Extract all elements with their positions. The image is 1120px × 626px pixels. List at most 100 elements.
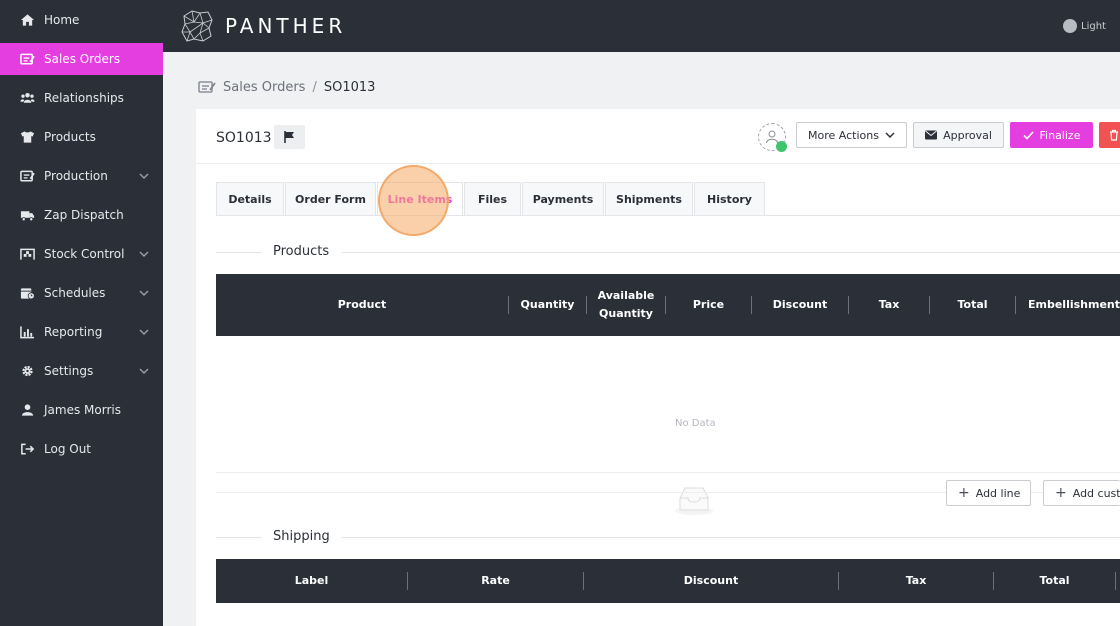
breadcrumb-current: SO1013 xyxy=(323,79,376,95)
column-header: Available Quantity xyxy=(597,289,655,320)
toggle-knob-icon xyxy=(1063,19,1077,33)
column-header: Embellishments xyxy=(1028,298,1120,311)
tab-history[interactable]: History xyxy=(694,182,765,215)
more-actions-button[interactable]: More Actions xyxy=(796,122,907,148)
sidebar-item-settings[interactable]: Settings xyxy=(0,355,163,387)
breadcrumb: Sales Orders / SO1013 xyxy=(198,78,375,96)
trash-icon xyxy=(1110,129,1118,141)
flag-icon xyxy=(284,131,294,143)
add-custom-label: Add custom xyxy=(1072,486,1120,500)
user-icon xyxy=(21,404,34,416)
divider xyxy=(342,537,1120,538)
sidebar-item-home[interactable]: Home xyxy=(0,4,163,36)
sidebar-item-label: Production xyxy=(44,169,108,183)
tab-details[interactable]: Details xyxy=(216,182,284,215)
theme-toggle[interactable]: Light xyxy=(1063,19,1106,33)
header-divider xyxy=(196,163,1120,164)
finalize-label: Finalize xyxy=(1039,128,1081,142)
breadcrumb-parent-link[interactable]: Sales Orders xyxy=(223,80,305,95)
tab-files[interactable]: Files xyxy=(464,182,521,215)
sidebar-item-zap-dispatch[interactable]: Zap Dispatch xyxy=(0,199,163,231)
add-line-button[interactable]: + Add line xyxy=(946,480,1031,506)
approval-button[interactable]: Approval xyxy=(913,122,1004,148)
sidebar-item-reporting[interactable]: Reporting xyxy=(0,316,163,348)
envelope-icon xyxy=(925,130,938,140)
shipping-section-header: Shipping xyxy=(216,529,1120,545)
chevron-down-icon xyxy=(139,290,149,296)
plus-icon: + xyxy=(1055,485,1067,501)
production-icon xyxy=(20,170,35,182)
calendar-icon xyxy=(20,288,35,300)
tab-order-form[interactable]: Order Form xyxy=(285,182,376,215)
sidebar-item-stock-control[interactable]: Stock Control xyxy=(0,238,163,270)
tab-payments[interactable]: Payments xyxy=(522,182,604,215)
page-title: SO1013 xyxy=(216,130,272,146)
sidebar-item-label: James Morris xyxy=(44,403,121,417)
column-header: Total xyxy=(1039,574,1070,587)
sales-orders-icon xyxy=(20,53,35,65)
flag-button[interactable] xyxy=(274,125,305,149)
sidebar-item-production[interactable]: Production xyxy=(0,160,163,192)
column-header: Label xyxy=(294,574,329,587)
users-icon xyxy=(20,92,35,103)
top-bar: PANTHER Light xyxy=(163,0,1120,52)
column-header: Discount xyxy=(683,574,739,587)
gear-icon xyxy=(22,365,33,377)
breadcrumb-separator: / xyxy=(312,79,317,95)
chevron-down-icon xyxy=(139,329,149,335)
column-separator xyxy=(1015,296,1016,314)
sidebar-item-logout[interactable]: Log Out xyxy=(0,433,163,465)
more-actions-label: More Actions xyxy=(808,128,879,142)
sales-orders-icon xyxy=(198,81,216,93)
products-section-header: Products xyxy=(216,244,1120,260)
chart-icon xyxy=(20,326,35,339)
column-header: Quantity xyxy=(520,298,575,311)
empty-inbox-icon xyxy=(675,487,713,515)
theme-label: Light xyxy=(1081,20,1106,32)
chevron-down-icon xyxy=(139,173,149,179)
sidebar-item-label: Log Out xyxy=(44,442,92,456)
sidebar-item-label: Stock Control xyxy=(44,247,125,261)
sidebar-item-label: Settings xyxy=(44,364,94,378)
divider xyxy=(342,252,1120,253)
add-custom-button[interactable]: + Add custom xyxy=(1043,480,1120,506)
sidebar-item-schedules[interactable]: Schedules xyxy=(0,277,163,309)
products-table-bottom-border xyxy=(216,472,1120,473)
add-line-label: Add line xyxy=(975,486,1021,500)
sidebar-item-label: Home xyxy=(44,13,80,27)
sidebar-item-label: Reporting xyxy=(44,325,103,339)
no-data-text: No Data xyxy=(675,418,716,429)
sidebar-item-label: Sales Orders xyxy=(44,52,121,66)
sidebar-item-user[interactable]: James Morris xyxy=(0,394,163,426)
column-header: Product xyxy=(337,298,387,311)
delete-button[interactable] xyxy=(1099,122,1120,148)
shirt-icon xyxy=(20,131,35,143)
check-icon xyxy=(1022,130,1034,140)
column-header: Price xyxy=(692,298,725,311)
column-header: Tax xyxy=(878,298,900,311)
chevron-down-icon xyxy=(885,132,895,139)
column-header: Tax xyxy=(905,574,927,587)
tab-line-items[interactable]: Line Items xyxy=(377,182,463,215)
sidebar-item-products[interactable]: Products xyxy=(0,121,163,153)
sidebar-item-sales-orders[interactable]: Sales Orders xyxy=(0,43,163,75)
logout-icon xyxy=(21,443,35,455)
column-separator xyxy=(1115,572,1116,590)
assign-user-button[interactable] xyxy=(758,123,787,152)
products-table-header: Product Quantity Available Quantity Pric… xyxy=(216,274,1120,336)
tab-shipments[interactable]: Shipments xyxy=(605,182,693,215)
panther-logo-icon xyxy=(181,10,213,42)
products-section-title: Products xyxy=(273,244,330,259)
sidebar-item-label: Zap Dispatch xyxy=(44,208,124,222)
chevron-down-icon xyxy=(139,251,149,257)
brand-name: PANTHER xyxy=(225,14,347,38)
sidebar-item-relationships[interactable]: Relationships xyxy=(0,82,163,114)
sidebar: Home Sales Orders Relationships Products… xyxy=(0,0,163,626)
finalize-button[interactable]: Finalize xyxy=(1010,122,1093,148)
shipping-table-header: Label Rate Discount Tax Total xyxy=(216,559,1120,603)
tabs-divider xyxy=(216,215,1120,216)
column-header: Total xyxy=(957,298,988,311)
warehouse-icon xyxy=(20,248,35,260)
column-header: Discount xyxy=(772,298,828,311)
chevron-down-icon xyxy=(139,368,149,374)
